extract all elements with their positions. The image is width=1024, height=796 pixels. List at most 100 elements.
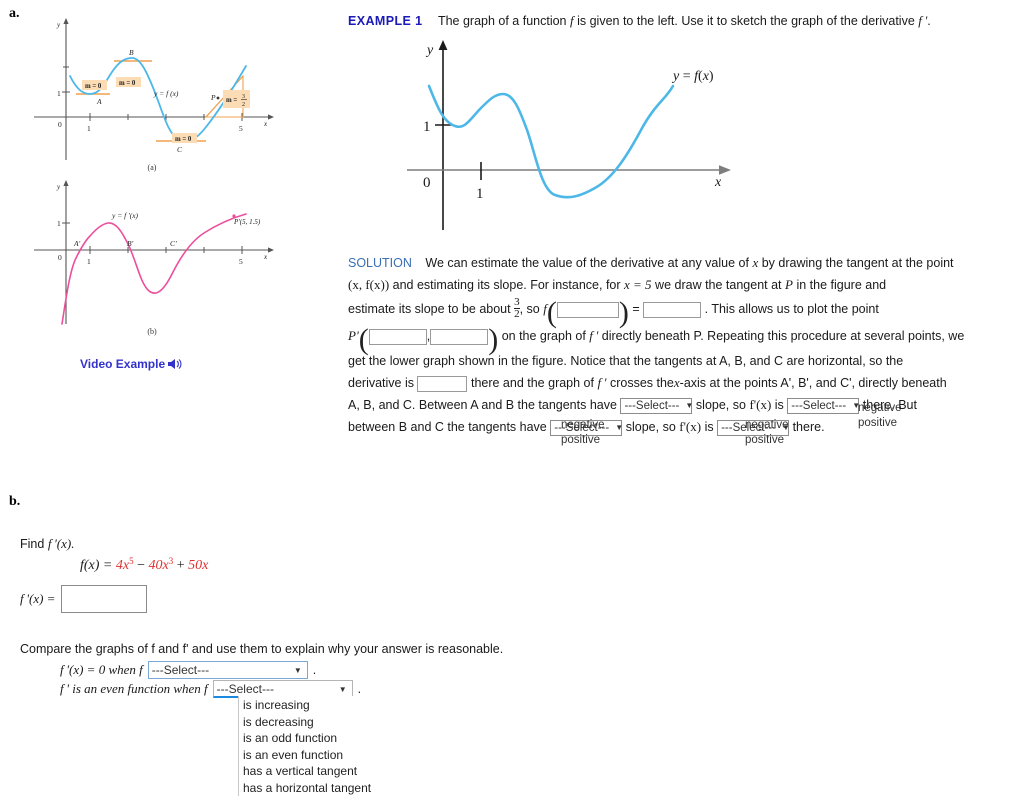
solution-line7-fpx: f'(x) [749,397,772,412]
svg-text:5: 5 [239,124,243,133]
option-negative[interactable]: negative [858,401,901,416]
dropdown-option-is-decreasing[interactable]: is decreasing [243,714,389,731]
figure-a-caption: (a) [147,163,157,172]
svg-text:m = 0: m = 0 [119,80,136,87]
question-1-row: f '(x) = 0 when f ---Select--- ▼ . [60,661,316,679]
f-argument-input[interactable] [556,301,619,318]
figure-b-caption: (b) [147,327,157,336]
function-equation: f(x) = 4x5 − 40x3 + 50x [80,556,208,574]
derivative-value-input[interactable] [417,375,468,392]
solution-line-7: A, B, and C. Between A and B the tangent… [348,394,1008,416]
solution-line4-Pprime: P' [348,328,359,343]
svg-text:C': C' [170,239,177,248]
options-bc-sign: negative positive [745,418,788,448]
dropdown-option-is-an-even-function[interactable]: is an even function [243,747,389,764]
point-y-input[interactable] [430,328,489,345]
svg-text:1: 1 [57,219,61,228]
select-ab-sign-label: ---Select--- [791,399,847,412]
solution-line6-fprime: f ' [597,375,607,390]
solution-line-2: (x, f(x)) and estimating its slope. For … [348,274,1008,296]
chevron-down-icon: ▼ [685,400,694,410]
svg-text:0: 0 [58,253,62,262]
option-positive[interactable]: positive [745,433,788,448]
point-x-input[interactable] [368,328,427,345]
svg-text:A: A [96,97,102,106]
select-ab-slope[interactable]: ---Select--- ▼ [620,397,694,414]
option-positive[interactable]: positive [858,416,901,431]
fraction-denominator: 2 [514,308,520,321]
svg-text:B: B [129,48,134,57]
solution-line6-text-c: crosses the [609,376,674,390]
example-heading-row: EXAMPLE 1 The graph of a function f is g… [348,10,931,32]
select-fprime-zero-label: ---Select--- [151,663,210,677]
solution-line-5: get the lower graph shown in the figure.… [348,350,1008,372]
dropdown-option-has-a-vertical-tangent[interactable]: has a vertical tangent [243,763,389,780]
video-example-link[interactable]: Video Example [80,357,183,371]
svg-text:5: 5 [239,257,243,266]
option-negative[interactable]: negative [745,418,788,433]
part-b-label: b. [9,494,21,509]
speaker-icon[interactable] [167,357,183,371]
solution-line-8: between B and C the tangents have ---Sel… [348,416,1008,438]
svg-text:1: 1 [87,124,91,133]
solution-line8-text: between B and C the tangents have [348,420,547,434]
solution-line5-text: get the lower graph shown in the figure.… [348,354,904,368]
solution-line6-text: derivative is [348,376,414,390]
options-ab-sign: negative positive [858,401,901,431]
video-example-label[interactable]: Video Example [80,357,165,371]
solution-line-6: derivative is there and the graph of f '… [348,372,1008,394]
svg-text:1: 1 [57,89,61,98]
svg-text:C: C [177,145,183,154]
solution-line2-text-c: in the figure and [796,278,887,292]
svg-text:x: x [263,253,268,261]
svg-text:0: 0 [58,120,62,129]
solution-line4-fprime: f ' [589,328,599,343]
example-statement-part1: The graph of a function [437,14,567,28]
solution-line1-text-b: by drawing the tangent at the point [761,256,954,270]
answer-label: f '(x) = [20,591,56,606]
select-ab-sign[interactable]: ---Select--- ▼ [787,397,860,414]
svg-text:1: 1 [423,119,431,135]
dropdown-option-has-a-horizontal-tangent[interactable]: has a horizontal tangent [243,780,389,796]
svg-text:m = 0: m = 0 [175,136,192,143]
example-statement-fprime: f ' [918,13,928,28]
solution-line2-text: and estimating its slope. For instance, … [392,278,621,292]
derivative-answer-input[interactable] [61,585,148,613]
dropdown-option-is-increasing[interactable]: is increasing [243,697,389,714]
fraction-numerator: 3 [514,296,520,309]
svg-text:y = f '(x): y = f '(x) [111,211,139,220]
solution-line3-end: . This allows us to plot the point [704,302,879,316]
example-statement-f: f [569,13,574,28]
solution-line3-text: estimate its slope to be about [348,302,511,316]
main-graph: y x 0 1 1 y = f(x) [405,30,735,245]
option-negative[interactable]: negative [561,418,604,433]
option-positive[interactable]: positive [561,433,604,448]
solution-line2-text-b: we draw the tangent at [655,278,782,292]
solution-line4-text: on the graph of [501,329,586,343]
equation-lhs: f(x) = [80,558,116,574]
figure-b-svg: y x 0 1 5 1 A' B' C' P'(5, 1.5) y = f '(… [34,180,274,325]
svg-text:y = f(x): y = f(x) [671,69,714,84]
figure-a-svg: y x 0 1 5 1 A B C P y = f (x) m = 0 m = … [34,18,274,160]
question-2-prefix: f ' is an even function when f [60,681,208,696]
svg-text:y: y [425,43,434,58]
example-statement-part2: is given to the left. Use it to sketch t… [577,14,915,28]
chevron-down-icon: ▼ [293,666,302,675]
f-value-input[interactable] [643,301,702,318]
select-even-function-dropdown[interactable]: is increasing is decreasing is an odd fu… [238,696,389,796]
question-1-suffix: . [312,663,317,677]
equation-term2: 40x [148,558,169,574]
solution-line2-xeq: x = 5 [624,277,652,292]
solution-line3-so: , so [519,302,540,316]
main-graph-svg: y x 0 1 1 y = f(x) [407,40,731,230]
svg-text:B': B' [127,239,134,248]
svg-text:A': A' [73,239,81,248]
select-even-function-label: ---Select--- [216,682,274,696]
slope-fraction: 3 2 [514,297,520,320]
select-fprime-zero[interactable]: ---Select--- ▼ [147,661,308,679]
example-statement-period: . [927,14,931,28]
svg-text:0: 0 [423,175,431,191]
find-derivative-prompt: Find f '(x). [20,533,75,555]
solution-line7-text: A, B, and C. Between A and B the tangent… [348,398,617,412]
dropdown-option-is-an-odd-function[interactable]: is an odd function [243,730,389,747]
